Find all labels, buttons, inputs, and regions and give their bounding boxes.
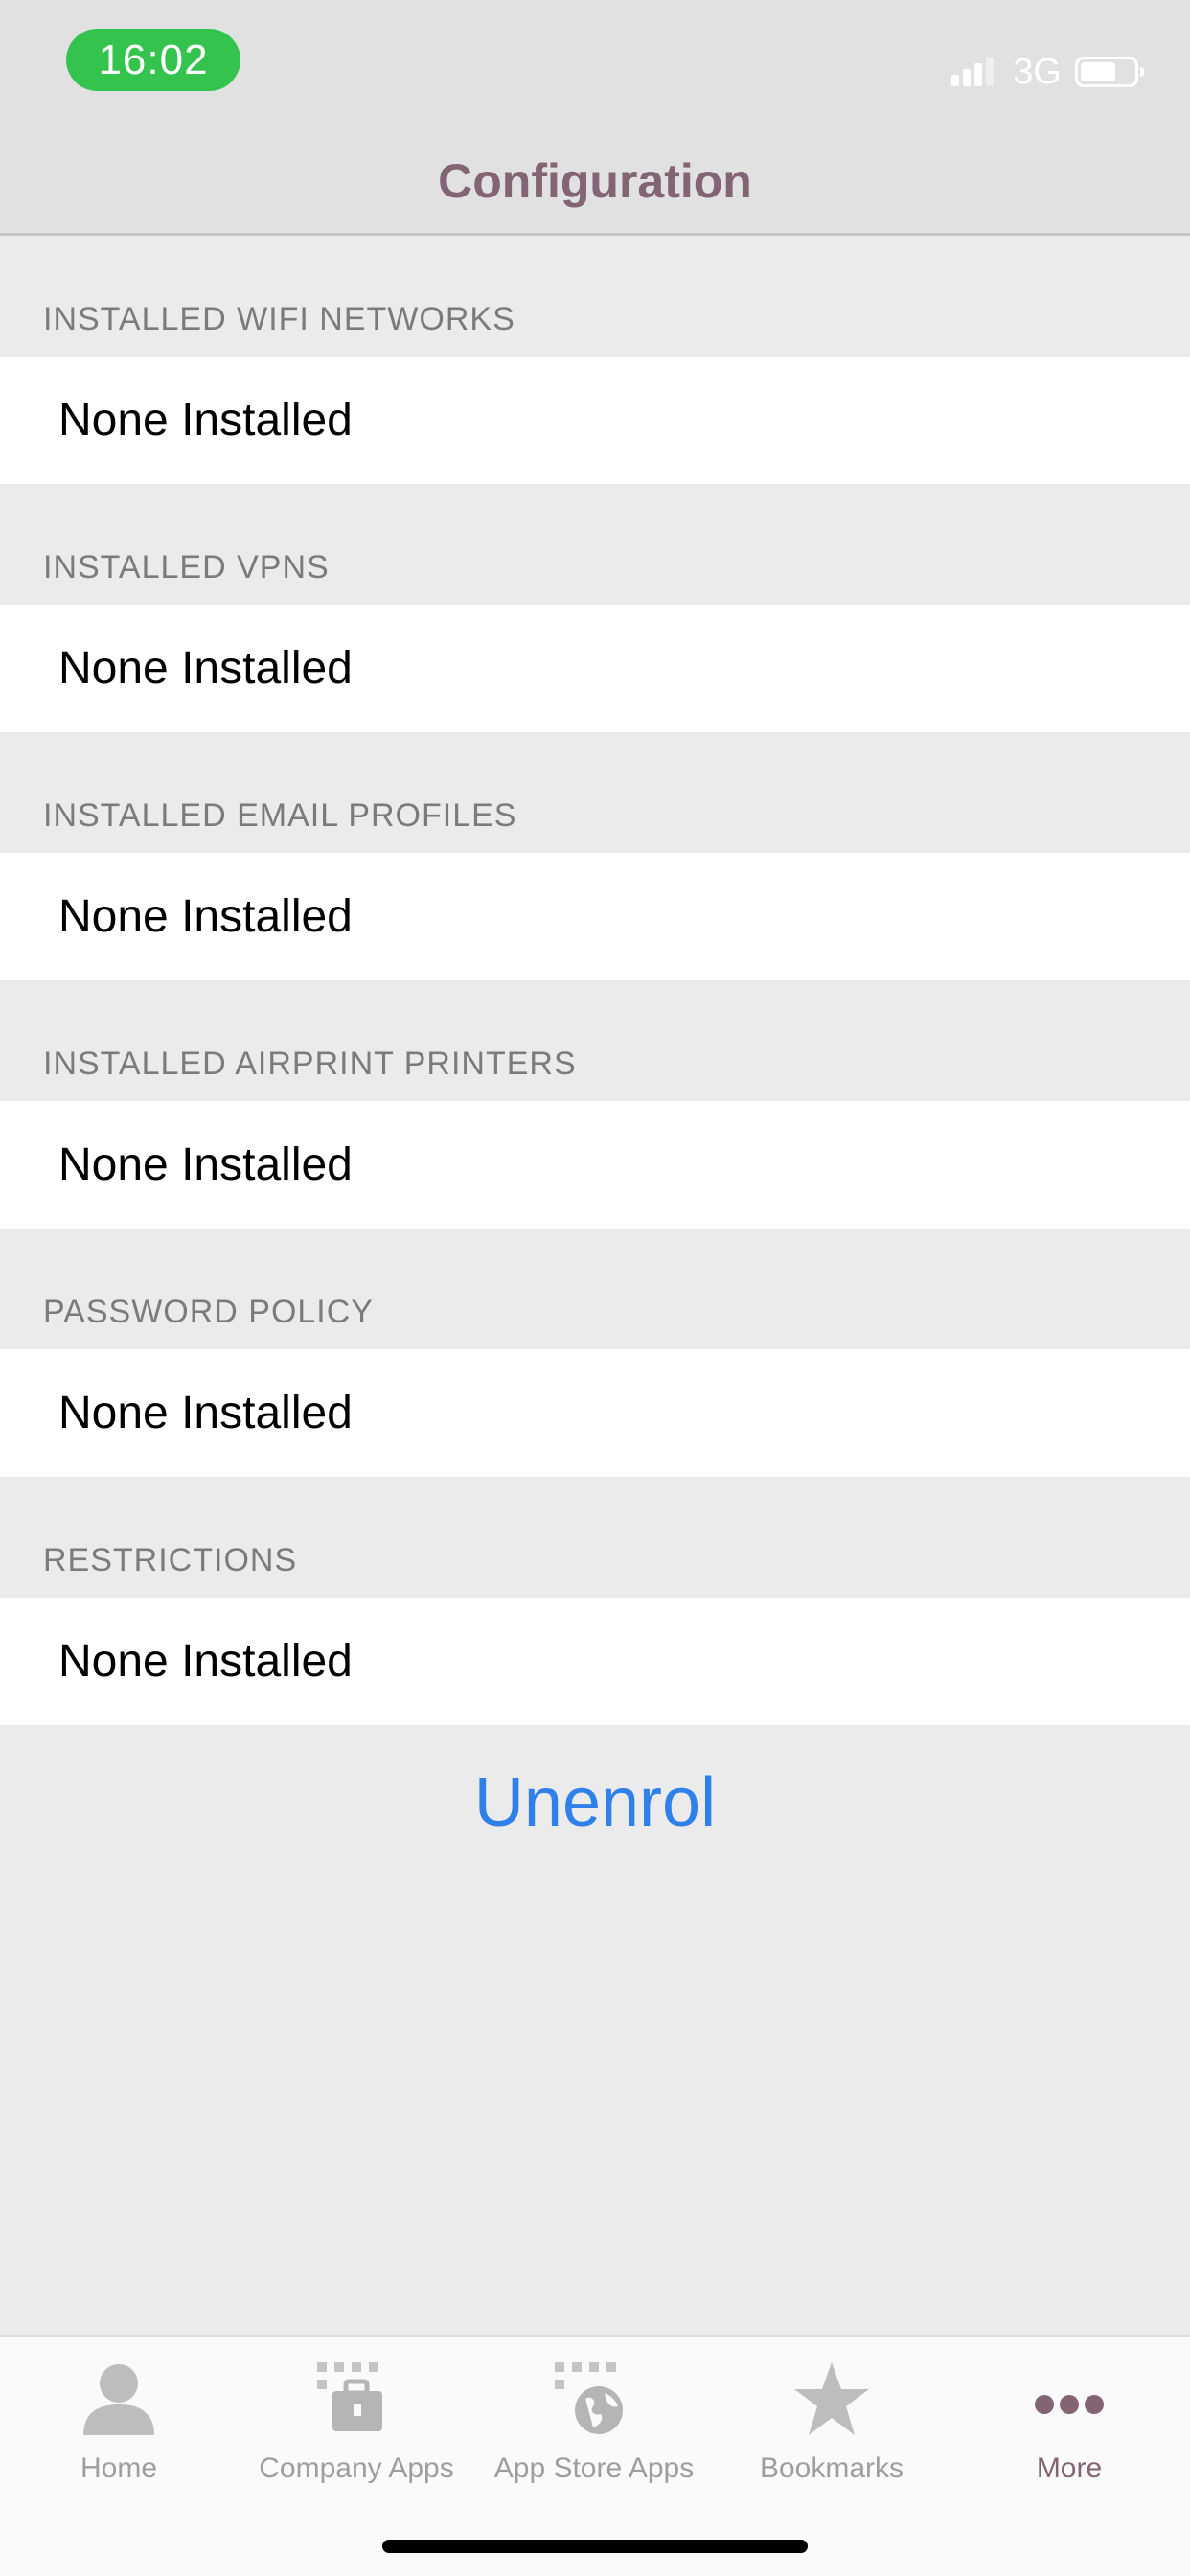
star-icon: [794, 2362, 869, 2435]
status-indicators: 3G: [951, 48, 1144, 96]
section-header-vpns: INSTALLED VPNS: [0, 484, 1190, 605]
section-header-wifi: INSTALLED WIFI NETWORKS: [0, 236, 1190, 356]
configuration-list: INSTALLED WIFI NETWORKS None Installed I…: [0, 236, 1190, 1725]
section-header-restrictions: RESTRICTIONS: [0, 1477, 1190, 1598]
section-row-email-profiles: None Installed: [0, 853, 1190, 980]
tab-label-bookmarks: Bookmarks: [759, 2452, 904, 2484]
section-row-password-policy: None Installed: [0, 1349, 1190, 1477]
tab-label-company-apps: Company Apps: [259, 2452, 454, 2484]
section-header-password-policy: PASSWORD POLICY: [0, 1229, 1190, 1349]
network-type: 3G: [1013, 51, 1062, 92]
home-indicator[interactable]: [382, 2540, 808, 2553]
section-header-airprint-printers: INSTALLED AIRPRINT PRINTERS: [0, 980, 1190, 1101]
tab-label-more: More: [1036, 2452, 1103, 2484]
section-row-wifi: None Installed: [0, 356, 1190, 484]
cellular-signal-icon: [951, 58, 997, 86]
briefcase-icon: [317, 2362, 382, 2431]
tab-app-store-apps[interactable]: App Store Apps: [475, 2357, 713, 2500]
section-row-vpns: None Installed: [0, 605, 1190, 732]
globe-icon: [555, 2362, 623, 2434]
section-row-restrictions: None Installed: [0, 1598, 1190, 1725]
page-title: Configuration: [438, 154, 752, 208]
section-header-email-profiles: INSTALLED EMAIL PROFILES: [0, 732, 1190, 853]
tab-home[interactable]: Home: [0, 2357, 238, 2500]
tab-label-home: Home: [80, 2452, 158, 2484]
tab-company-apps[interactable]: Company Apps: [238, 2357, 475, 2500]
more-dots-icon: [1035, 2395, 1104, 2414]
tab-bookmarks[interactable]: Bookmarks: [713, 2357, 950, 2500]
person-icon: [83, 2364, 154, 2435]
battery-icon: [1075, 57, 1144, 87]
navigation-header: 16:02 3G Configuration: [0, 0, 1190, 236]
unenrol-button[interactable]: Unenrol: [0, 1763, 1190, 1842]
tab-more[interactable]: More: [950, 2357, 1188, 2500]
tab-label-app-store-apps: App Store Apps: [493, 2452, 695, 2484]
section-row-airprint-printers: None Installed: [0, 1101, 1190, 1229]
status-time: 16:02: [66, 29, 240, 91]
